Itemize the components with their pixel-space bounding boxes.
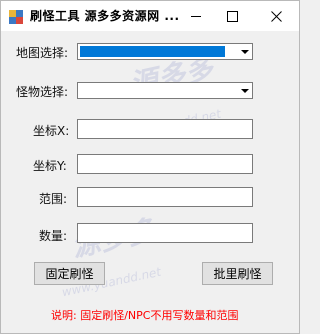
fixed-spawn-button[interactable]: 固定刷怪 xyxy=(34,262,105,285)
window-title: 刷怪工具 源多多资源网 ... xyxy=(30,9,180,23)
x-coordinate-label: 坐标X: xyxy=(33,124,70,138)
chevron-down-icon[interactable] xyxy=(239,45,251,58)
monster-select[interactable] xyxy=(77,82,253,99)
maximize-button[interactable] xyxy=(215,1,249,31)
chevron-down-icon[interactable] xyxy=(239,84,251,97)
maximize-icon xyxy=(226,10,238,22)
minimize-button[interactable] xyxy=(179,1,213,31)
count-label: 数量: xyxy=(39,229,68,243)
range-input[interactable] xyxy=(77,187,253,207)
usage-note: 说明: 固定刷怪/NPC不用写数量和范围 xyxy=(51,309,239,322)
y-coordinate-label: 坐标Y: xyxy=(33,159,67,173)
map-select[interactable] xyxy=(77,43,253,60)
x-coordinate-input[interactable] xyxy=(77,119,253,139)
y-coordinate-input[interactable] xyxy=(77,154,253,174)
batch-spawn-button[interactable]: 批里刷怪 xyxy=(202,262,273,285)
close-button[interactable] xyxy=(259,1,293,31)
count-input[interactable] xyxy=(77,223,253,243)
range-label: 范围: xyxy=(39,192,68,206)
form-area: 源多多 www.yuandd.net 源多多 www.yuandd.net 地图… xyxy=(1,31,299,333)
map-label: 地图选择: xyxy=(16,46,69,60)
minimize-icon xyxy=(191,15,201,17)
map-select-highlight xyxy=(80,46,225,57)
title-bar[interactable]: 刷怪工具 源多多资源网 ... xyxy=(1,1,299,31)
app-icon xyxy=(9,9,23,24)
monster-label: 怪物选择: xyxy=(16,85,69,99)
app-window: 刷怪工具 源多多资源网 ... 源多多 www.yuandd.net 源多多 w… xyxy=(0,0,300,334)
close-icon xyxy=(270,10,282,22)
